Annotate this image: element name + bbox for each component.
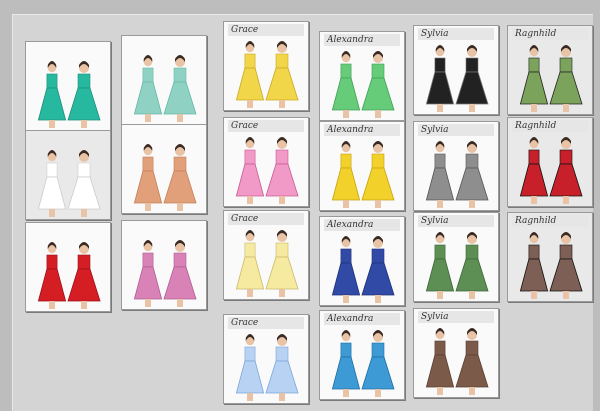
outfit-thumbnail-alexandra[interactable]: Alexandra bbox=[319, 310, 405, 400]
outfit-preview-image bbox=[235, 137, 299, 204]
outfit-preview-image bbox=[331, 236, 395, 303]
outfit-thumbnail-alexandra[interactable]: Alexandra bbox=[319, 31, 405, 121]
outfit-preview-image bbox=[235, 41, 299, 108]
outfit-thumbnail-isabelle[interactable] bbox=[121, 35, 207, 125]
outfit-preview-image bbox=[519, 137, 583, 204]
outfit-thumbnail-grace[interactable]: Grace bbox=[223, 117, 309, 207]
outfit-preview-image bbox=[235, 230, 299, 297]
outfit-thumbnail-grace[interactable]: Grace bbox=[223, 210, 309, 300]
outfit-preview-image bbox=[133, 144, 197, 211]
outfit-preview-image bbox=[519, 232, 583, 299]
outfit-preview-image bbox=[235, 334, 299, 401]
outfit-thumbnail-alexandra[interactable]: Alexandra bbox=[319, 216, 405, 306]
outfit-preview-image bbox=[37, 61, 101, 128]
outfit-preview-image bbox=[425, 328, 489, 395]
texture-grid-panel: Grace Alexandra Sylvia Ragnhild Grace Alexand… bbox=[12, 14, 593, 411]
outfit-preview-image bbox=[133, 240, 197, 307]
outfit-thumbnail-ragnhild[interactable]: Ragnhild bbox=[507, 117, 593, 207]
outfit-thumbnail-ragnhild[interactable]: Ragnhild bbox=[507, 212, 593, 302]
outfit-thumbnail-isabelle[interactable] bbox=[121, 220, 207, 310]
outfit-preview-image bbox=[37, 150, 101, 217]
outfit-thumbnail-isabelle[interactable] bbox=[121, 124, 207, 214]
outfit-thumbnail-grace[interactable]: Grace bbox=[223, 21, 309, 111]
outfit-preview-image bbox=[331, 141, 395, 208]
outfit-preview-image bbox=[331, 330, 395, 397]
outfit-thumbnail-anouk[interactable] bbox=[25, 222, 111, 312]
outfit-preview-image bbox=[133, 55, 197, 122]
outfit-thumbnail-anouk[interactable] bbox=[25, 130, 111, 220]
outfit-thumbnail-sylvia[interactable]: Sylvia bbox=[413, 121, 499, 211]
outfit-thumbnail-grace[interactable]: Grace bbox=[223, 314, 309, 404]
outfit-preview-image bbox=[331, 51, 395, 118]
outfit-thumbnail-sylvia[interactable]: Sylvia bbox=[413, 212, 499, 302]
outfit-preview-image bbox=[37, 242, 101, 309]
outfit-preview-image bbox=[425, 232, 489, 299]
outfit-thumbnail-sylvia[interactable]: Sylvia bbox=[413, 308, 499, 398]
outfit-thumbnail-alexandra[interactable]: Alexandra bbox=[319, 121, 405, 211]
outfit-preview-image bbox=[425, 141, 489, 208]
outfit-thumbnail-anouk[interactable] bbox=[25, 41, 111, 131]
outfit-thumbnail-sylvia[interactable]: Sylvia bbox=[413, 25, 499, 115]
outfit-preview-image bbox=[425, 45, 489, 112]
outfit-thumbnail-ragnhild[interactable]: Ragnhild bbox=[507, 25, 593, 115]
outfit-preview-image bbox=[519, 45, 583, 112]
